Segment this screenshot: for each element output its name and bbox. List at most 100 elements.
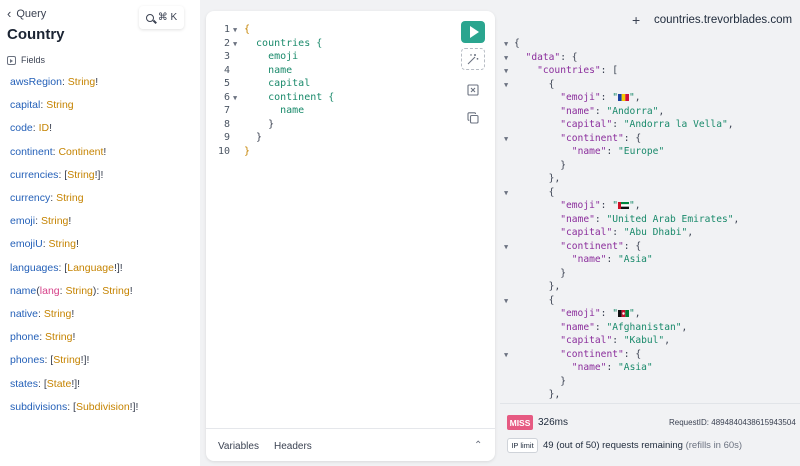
field-name[interactable]: name bbox=[10, 285, 36, 297]
field-type[interactable]: State bbox=[47, 378, 72, 390]
fold-icon[interactable]: ▼ bbox=[230, 37, 244, 51]
field-type[interactable]: String bbox=[68, 76, 95, 88]
code-line[interactable]: 6 ▼ continent { bbox=[216, 91, 334, 105]
fold-icon[interactable]: ▼ bbox=[504, 189, 508, 197]
chevron-up-icon[interactable]: ⌃ bbox=[474, 440, 482, 451]
field-name[interactable]: capital bbox=[10, 99, 40, 111]
code-line[interactable]: 9 } bbox=[216, 131, 334, 145]
json-key: "emoji" bbox=[560, 92, 601, 103]
field-type[interactable]: Subdivision bbox=[76, 401, 130, 413]
tab-variables[interactable]: Variables bbox=[218, 441, 259, 452]
field-item-currencies[interactable]: currencies: [String!]! bbox=[10, 169, 103, 181]
field-item-name[interactable]: name(lang: String): String! bbox=[10, 285, 133, 297]
docs-search-button[interactable]: ⌘ K bbox=[139, 6, 184, 29]
field-name[interactable]: continent bbox=[10, 146, 53, 158]
add-tab-button[interactable]: + bbox=[632, 12, 640, 28]
json-punct: } bbox=[560, 159, 567, 171]
search-icon bbox=[145, 13, 154, 22]
query-code[interactable]: 1 ▼{2 ▼ countries {3 emoji 4 name 5 capital 6… bbox=[216, 23, 334, 158]
fold-icon[interactable]: ▼ bbox=[504, 67, 508, 75]
field-name[interactable]: code bbox=[10, 122, 33, 134]
field-item-native[interactable]: native: String! bbox=[10, 308, 74, 320]
code-line[interactable]: 1 ▼{ bbox=[216, 23, 334, 37]
response-line: "name": "Andorra", bbox=[560, 106, 664, 120]
field-item-continent[interactable]: continent: Continent! bbox=[10, 146, 106, 158]
json-punct: }, bbox=[548, 281, 561, 292]
prettify-button[interactable] bbox=[461, 48, 485, 70]
run-query-button[interactable] bbox=[461, 21, 485, 43]
field-type[interactable]: Language bbox=[67, 262, 114, 274]
field-type[interactable]: String bbox=[46, 99, 73, 111]
field-type[interactable]: String bbox=[53, 354, 80, 366]
field-item-currency[interactable]: currency: String bbox=[10, 192, 84, 204]
field-arg-type[interactable]: String bbox=[65, 285, 92, 297]
code-line[interactable]: 2 ▼ countries { bbox=[216, 37, 334, 51]
fold-icon[interactable]: ▼ bbox=[504, 297, 508, 305]
code-line[interactable]: 7 name bbox=[216, 104, 334, 118]
code-text: continent { bbox=[244, 91, 335, 103]
field-type[interactable]: Continent bbox=[58, 146, 103, 158]
field-name[interactable]: languages bbox=[10, 262, 58, 274]
field-type[interactable]: String bbox=[41, 215, 68, 227]
field-item-awsRegion[interactable]: awsRegion: String! bbox=[10, 76, 98, 88]
fold-icon[interactable]: ▼ bbox=[230, 23, 244, 37]
json-string: "United Arab Emirates" bbox=[606, 213, 734, 225]
field-item-emoji[interactable]: emoji: String! bbox=[10, 215, 71, 227]
line-number: 9 bbox=[223, 132, 230, 143]
fold-icon[interactable]: ▼ bbox=[504, 351, 508, 359]
query-editor[interactable]: 1 ▼{2 ▼ countries {3 emoji 4 name 5 capital 6… bbox=[206, 11, 495, 461]
field-type[interactable]: String bbox=[45, 331, 72, 343]
field-item-capital[interactable]: capital: String bbox=[10, 99, 74, 111]
fold-icon[interactable]: ▼ bbox=[504, 243, 508, 251]
field-name[interactable]: currency bbox=[10, 192, 50, 204]
field-name[interactable]: native bbox=[10, 308, 38, 320]
code-line[interactable]: 8 } bbox=[216, 118, 334, 132]
fold-icon[interactable]: ▼ bbox=[504, 40, 508, 48]
code-text: name bbox=[244, 105, 305, 116]
json-punct: : bbox=[606, 362, 619, 373]
field-name[interactable]: awsRegion bbox=[10, 76, 62, 88]
json-punct: : bbox=[600, 308, 613, 319]
field-item-phones[interactable]: phones: [String!]! bbox=[10, 354, 89, 366]
fold-icon[interactable]: ▼ bbox=[504, 54, 508, 62]
fold-icon[interactable]: ▼ bbox=[504, 81, 508, 89]
field-type[interactable]: String bbox=[56, 192, 83, 204]
response-line: "name": "Europe" bbox=[572, 146, 664, 160]
json-punct: : { bbox=[623, 240, 642, 252]
json-string: "Afghanistan" bbox=[606, 321, 682, 333]
copy-query-button[interactable] bbox=[461, 107, 485, 129]
field-item-emojiU[interactable]: emojiU: String! bbox=[10, 238, 79, 250]
fold-icon[interactable]: ▼ bbox=[504, 135, 508, 143]
field-name[interactable]: emojiU bbox=[10, 238, 43, 250]
back-link[interactable]: ‹ Query bbox=[7, 7, 47, 20]
field-name[interactable]: currencies bbox=[10, 169, 58, 181]
code-line[interactable]: 5 capital bbox=[216, 77, 334, 91]
field-punct: : [ bbox=[58, 261, 68, 274]
field-type[interactable]: ID bbox=[39, 122, 50, 134]
tab-headers[interactable]: Headers bbox=[274, 441, 312, 452]
field-name[interactable]: phones bbox=[10, 354, 44, 366]
field-item-subdivisions[interactable]: subdivisions: [Subdivision!]! bbox=[10, 401, 138, 413]
field-type[interactable]: String bbox=[102, 285, 129, 297]
code-line[interactable]: 3 emoji bbox=[216, 50, 334, 64]
field-item-languages[interactable]: languages: [Language!]! bbox=[10, 262, 123, 274]
merge-fragments-button[interactable] bbox=[461, 79, 485, 101]
magic-wand-icon bbox=[467, 54, 479, 65]
field-item-phone[interactable]: phone: String! bbox=[10, 331, 75, 343]
field-type[interactable]: String bbox=[49, 238, 76, 250]
json-key: "emoji" bbox=[560, 200, 601, 211]
field-name[interactable]: emoji bbox=[10, 215, 35, 227]
field-type[interactable]: String bbox=[67, 169, 94, 181]
fold-icon[interactable]: ▼ bbox=[230, 91, 244, 105]
field-name[interactable]: subdivisions bbox=[10, 401, 67, 413]
field-item-states[interactable]: states: [State!]! bbox=[10, 378, 80, 390]
code-line[interactable]: 10} bbox=[216, 145, 334, 159]
field-name[interactable]: phone bbox=[10, 331, 39, 343]
field-type[interactable]: String bbox=[44, 308, 71, 320]
json-punct: , bbox=[687, 227, 694, 238]
editor-tools-bar: Variables Headers ⌃ bbox=[206, 428, 495, 461]
back-label: Query bbox=[16, 8, 47, 20]
field-item-code[interactable]: code: ID! bbox=[10, 122, 52, 134]
code-line[interactable]: 4 name bbox=[216, 64, 334, 78]
field-name[interactable]: states bbox=[10, 378, 38, 390]
